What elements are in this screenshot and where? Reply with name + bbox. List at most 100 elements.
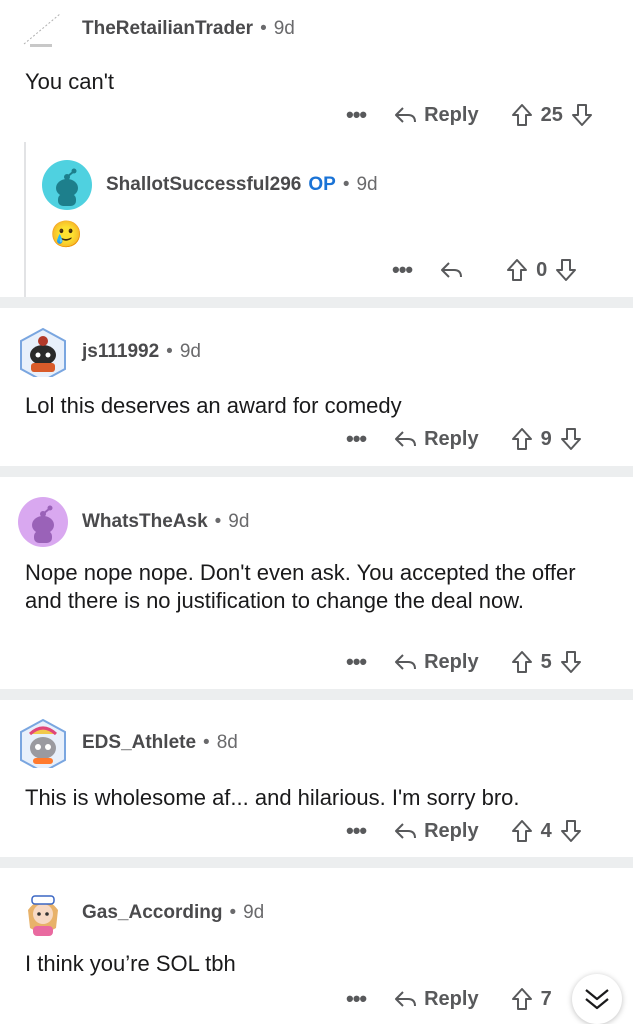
avatar[interactable] <box>18 497 68 547</box>
comment-body-emoji: 🥲 <box>50 219 83 249</box>
vote-count: 4 <box>540 819 552 842</box>
scroll-down-button[interactable] <box>572 974 622 1024</box>
timestamp: 9d <box>356 174 378 195</box>
reply-button[interactable]: Reply <box>394 819 479 843</box>
timestamp: 9d <box>228 511 250 532</box>
separator-dot: • <box>342 174 350 195</box>
reply-icon <box>395 991 417 1007</box>
vote-control: 9 <box>511 427 582 451</box>
comment-separator <box>0 689 633 700</box>
more-options-button[interactable]: ••• <box>346 428 367 450</box>
reply-button[interactable]: Reply <box>394 987 479 1011</box>
vote-count: 9 <box>540 427 552 450</box>
username[interactable]: EDS_Athlete <box>82 732 196 754</box>
more-options-button[interactable]: ••• <box>346 651 367 673</box>
upvote-icon[interactable] <box>511 427 533 451</box>
timestamp: 8d <box>216 732 238 753</box>
comment-separator <box>0 857 633 868</box>
comment-body: You can't <box>25 69 115 94</box>
avatar[interactable] <box>18 327 68 377</box>
reply-icon <box>395 107 417 123</box>
upvote-icon[interactable] <box>506 258 528 282</box>
vote-count: 5 <box>540 650 552 673</box>
more-options-button[interactable]: ••• <box>346 104 367 126</box>
avatar[interactable] <box>18 4 68 54</box>
vote-count: 25 <box>540 103 563 126</box>
upvote-icon[interactable] <box>511 650 533 674</box>
reply-label: Reply <box>424 650 479 673</box>
comment-body: I think you’re SOL tbh <box>25 951 236 976</box>
upvote-icon[interactable] <box>511 819 533 843</box>
comment-js111992: js111992 • 9d Lol this deserves an award… <box>0 308 633 466</box>
separator-dot: • <box>203 732 210 753</box>
reply-button[interactable]: Reply <box>394 103 479 127</box>
username[interactable]: js111992 <box>82 341 159 363</box>
vote-control: 25 <box>511 103 593 127</box>
username[interactable]: TheRetailianTrader <box>82 18 253 40</box>
comment-header: js111992 • 9d <box>18 327 201 377</box>
comment-body: Nope nope nope. Don't even ask. You acce… <box>25 560 576 613</box>
reply-button[interactable] <box>440 260 470 280</box>
username[interactable]: ShallotSuccessful296 <box>106 174 301 196</box>
separator-dot: • <box>260 18 267 39</box>
timestamp: 9d <box>273 18 295 39</box>
more-options-button[interactable]: ••• <box>346 988 367 1010</box>
comment-whats-the-ask: WhatsTheAsk • 9d Nope nope nope. Don't e… <box>0 477 633 689</box>
username[interactable]: Gas_According <box>82 902 222 924</box>
comment-header: EDS_Athlete • 8d <box>18 718 238 768</box>
reply-label: Reply <box>424 987 479 1010</box>
avatar[interactable] <box>18 888 68 938</box>
comment-gas-according: Gas_According • 9d I think you’re SOL tb… <box>0 868 633 1024</box>
downvote-icon[interactable] <box>571 103 593 127</box>
comment-separator <box>0 297 633 308</box>
downvote-icon[interactable] <box>560 427 582 451</box>
more-options-button[interactable]: ••• <box>346 820 367 842</box>
vote-control: 7 <box>511 987 560 1011</box>
reply-icon <box>395 823 417 839</box>
comment-header: Gas_According • 9d <box>18 888 264 938</box>
downvote-icon[interactable] <box>560 650 582 674</box>
comment-body: This is wholesome af... and hilarious. I… <box>25 785 520 810</box>
comment-separator <box>0 466 633 477</box>
more-options-button[interactable]: ••• <box>392 259 413 281</box>
separator-dot: • <box>166 341 173 362</box>
upvote-icon[interactable] <box>511 103 533 127</box>
comment-actions: ••• Reply 9 <box>346 423 582 455</box>
reply-label: Reply <box>424 427 479 450</box>
timestamp: 9d <box>179 341 201 362</box>
comment-actions: ••• Reply 4 <box>346 815 582 847</box>
comment-header: TheRetailianTrader • 9d <box>18 4 295 54</box>
avatar[interactable] <box>18 718 68 768</box>
downvote-icon[interactable] <box>555 258 577 282</box>
double-chevron-down-icon <box>585 989 609 1010</box>
comment-eds-athlete: EDS_Athlete • 8d This is wholesome af...… <box>0 700 633 857</box>
separator-dot: • <box>229 902 237 923</box>
avatar[interactable] <box>42 160 92 210</box>
separator-dot: • <box>214 511 222 532</box>
comment-actions: ••• Reply 5 <box>346 646 582 678</box>
comment-body: Lol this deserves an award for comedy <box>25 393 402 418</box>
comment-actions: ••• 0 <box>392 254 577 286</box>
reply-icon <box>395 654 417 670</box>
comment-actions: ••• Reply 25 <box>346 99 593 131</box>
comment-header: WhatsTheAsk • 9d <box>18 497 249 547</box>
reply-button[interactable]: Reply <box>394 427 479 451</box>
timestamp: 9d <box>243 902 265 923</box>
thread-line[interactable] <box>24 142 26 297</box>
vote-control: 4 <box>511 819 582 843</box>
vote-count: 0 <box>536 258 548 281</box>
comment-the-retailian-trader: TheRetailianTrader • 9d You can't ••• Re… <box>0 0 633 297</box>
downvote-icon[interactable] <box>560 819 582 843</box>
op-badge: OP <box>308 174 336 195</box>
upvote-icon[interactable] <box>511 987 533 1011</box>
comment-header: ShallotSuccessful296 OP • 9d <box>42 160 378 210</box>
reply-label: Reply <box>424 819 479 842</box>
username[interactable]: WhatsTheAsk <box>82 511 208 533</box>
comment-actions: ••• Reply 7 <box>346 983 560 1015</box>
vote-control: 5 <box>511 650 582 674</box>
vote-control: 0 <box>506 258 577 282</box>
reply-button[interactable]: Reply <box>394 650 479 674</box>
reply-icon <box>395 431 417 447</box>
reply-label: Reply <box>424 103 479 126</box>
vote-count: 7 <box>540 987 552 1010</box>
